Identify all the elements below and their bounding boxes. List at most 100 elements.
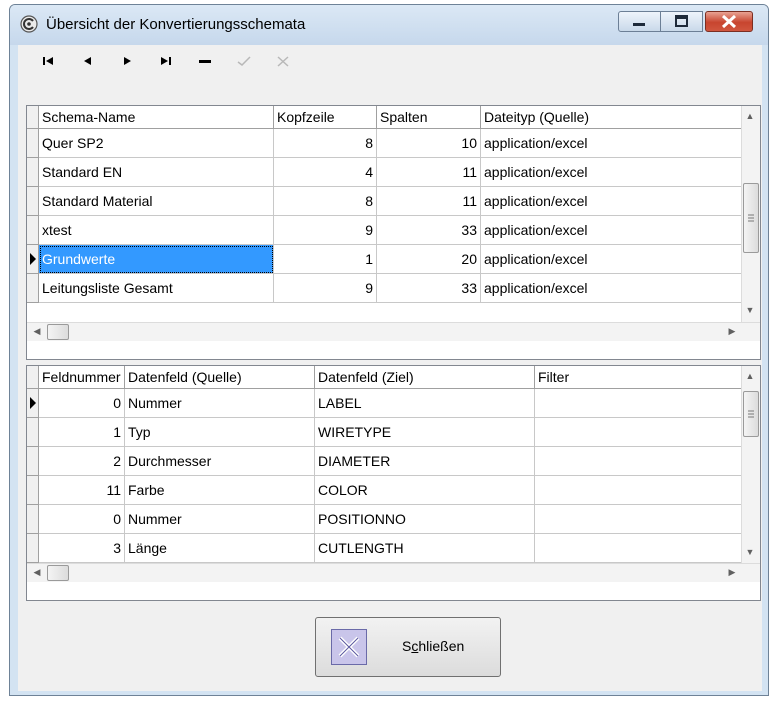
source-field-cell[interactable]: Durchmesser <box>125 447 315 476</box>
target-field-cell[interactable]: POSITIONNO <box>315 505 535 534</box>
scroll-right-arrow-icon[interactable]: ▶ <box>724 567 740 578</box>
target-field-cell[interactable]: CUTLENGTH <box>315 534 535 563</box>
horizontal-scrollbar[interactable]: ◀ ▶ <box>27 322 760 341</box>
feldnummer-cell[interactable]: 0 <box>39 505 125 534</box>
column-header[interactable]: Filter <box>535 366 743 388</box>
source-field-cell[interactable]: Länge <box>125 534 315 563</box>
schema-name-cell[interactable]: Standard Material <box>39 187 274 216</box>
title-bar[interactable]: Übersicht der Konvertierungsschemata <box>10 5 768 45</box>
table-row-selected[interactable]: Grundwerte 1 20 application/excel <box>27 245 743 274</box>
column-header[interactable]: Datenfeld (Ziel) <box>315 366 535 388</box>
filter-cell[interactable] <box>535 534 743 563</box>
column-header[interactable]: Spalten <box>377 106 481 128</box>
source-field-cell[interactable]: Nummer <box>125 505 315 534</box>
row-indicator[interactable] <box>27 389 39 418</box>
row-indicator[interactable] <box>27 187 39 216</box>
table-row[interactable]: 0 Nummer POSITIONNO <box>27 505 743 534</box>
row-indicator[interactable] <box>27 476 39 505</box>
column-header[interactable]: Datenfeld (Quelle) <box>125 366 315 388</box>
prior-record-icon[interactable] <box>79 53 97 69</box>
scroll-left-arrow-icon[interactable]: ◀ <box>29 567 45 578</box>
row-indicator[interactable] <box>27 245 39 274</box>
scroll-thumb[interactable] <box>743 391 759 437</box>
table-row[interactable]: 11 Farbe COLOR <box>27 476 743 505</box>
target-field-cell[interactable]: LABEL <box>315 389 535 418</box>
scroll-left-arrow-icon[interactable]: ◀ <box>29 326 45 337</box>
scroll-up-arrow-icon[interactable]: ▲ <box>742 371 758 381</box>
row-indicator[interactable] <box>27 447 39 476</box>
table-row[interactable]: Quer SP2 8 10 application/excel <box>27 129 743 158</box>
dateityp-cell[interactable]: application/excel <box>481 158 743 187</box>
dateityp-cell[interactable]: application/excel <box>481 187 743 216</box>
filter-cell[interactable] <box>535 389 743 418</box>
last-record-icon[interactable] <box>157 53 175 69</box>
table-row[interactable]: Standard Material 8 11 application/excel <box>27 187 743 216</box>
scroll-down-arrow-icon[interactable]: ▼ <box>742 547 758 557</box>
source-field-cell[interactable]: Nummer <box>125 389 315 418</box>
feldnummer-cell[interactable]: 0 <box>39 389 125 418</box>
row-indicator[interactable] <box>27 129 39 158</box>
kopfzeile-cell[interactable]: 9 <box>274 216 377 245</box>
table-row[interactable]: Leitungsliste Gesamt 9 33 application/ex… <box>27 274 743 303</box>
filter-cell[interactable] <box>535 447 743 476</box>
schema-name-cell[interactable]: Quer SP2 <box>39 129 274 158</box>
schema-name-cell[interactable]: Leitungsliste Gesamt <box>39 274 274 303</box>
source-field-cell[interactable]: Farbe <box>125 476 315 505</box>
scroll-thumb[interactable] <box>47 324 69 340</box>
vertical-scrollbar[interactable]: ▲ ▼ <box>741 106 760 322</box>
target-field-cell[interactable]: COLOR <box>315 476 535 505</box>
table-row[interactable]: 2 Durchmesser DIAMETER <box>27 447 743 476</box>
feldnummer-cell[interactable]: 3 <box>39 534 125 563</box>
row-indicator[interactable] <box>27 274 39 303</box>
row-indicator[interactable] <box>27 418 39 447</box>
column-header[interactable]: Feldnummer <box>39 366 125 388</box>
scroll-thumb[interactable] <box>743 183 759 253</box>
minimize-button[interactable] <box>618 11 661 32</box>
row-indicator[interactable] <box>27 505 39 534</box>
filter-cell[interactable] <box>535 418 743 447</box>
row-indicator[interactable] <box>27 534 39 563</box>
column-header[interactable]: Schema-Name <box>39 106 274 128</box>
scroll-thumb[interactable] <box>47 565 69 581</box>
spalten-cell[interactable]: 33 <box>377 274 481 303</box>
column-header[interactable]: Dateityp (Quelle) <box>481 106 743 128</box>
filter-cell[interactable] <box>535 476 743 505</box>
feldnummer-cell[interactable]: 2 <box>39 447 125 476</box>
kopfzeile-cell[interactable]: 8 <box>274 187 377 216</box>
dateityp-cell[interactable]: application/excel <box>481 274 743 303</box>
table-row[interactable]: 0 Nummer LABEL <box>27 389 743 418</box>
kopfzeile-cell[interactable]: 1 <box>274 245 377 274</box>
table-row[interactable]: 1 Typ WIRETYPE <box>27 418 743 447</box>
delete-record-icon[interactable] <box>196 53 214 69</box>
kopfzeile-cell[interactable]: 4 <box>274 158 377 187</box>
first-record-icon[interactable] <box>40 53 58 69</box>
schema-name-cell[interactable]: Grundwerte <box>39 245 274 274</box>
target-field-cell[interactable]: WIRETYPE <box>315 418 535 447</box>
feldnummer-cell[interactable]: 11 <box>39 476 125 505</box>
row-indicator[interactable] <box>27 216 39 245</box>
table-row[interactable]: Standard EN 4 11 application/excel <box>27 158 743 187</box>
horizontal-scrollbar[interactable]: ◀ ▶ <box>27 563 760 582</box>
spalten-cell[interactable]: 11 <box>377 187 481 216</box>
kopfzeile-cell[interactable]: 8 <box>274 129 377 158</box>
schema-grid[interactable]: Schema-Name Kopfzeile Spalten Dateityp (… <box>26 105 761 360</box>
feldnummer-cell[interactable]: 1 <box>39 418 125 447</box>
spalten-cell[interactable]: 11 <box>377 158 481 187</box>
close-window-button[interactable] <box>705 11 753 32</box>
filter-cell[interactable] <box>535 505 743 534</box>
table-row[interactable]: 3 Länge CUTLENGTH <box>27 534 743 563</box>
dateityp-cell[interactable]: application/excel <box>481 129 743 158</box>
row-indicator[interactable] <box>27 158 39 187</box>
maximize-button[interactable] <box>661 11 703 32</box>
scroll-up-arrow-icon[interactable]: ▲ <box>742 111 758 121</box>
next-record-icon[interactable] <box>118 53 136 69</box>
schema-name-cell[interactable]: xtest <box>39 216 274 245</box>
column-header[interactable]: Kopfzeile <box>274 106 377 128</box>
scroll-down-arrow-icon[interactable]: ▼ <box>742 305 758 315</box>
spalten-cell[interactable]: 10 <box>377 129 481 158</box>
spalten-cell[interactable]: 33 <box>377 216 481 245</box>
dateityp-cell[interactable]: application/excel <box>481 245 743 274</box>
source-field-cell[interactable]: Typ <box>125 418 315 447</box>
kopfzeile-cell[interactable]: 9 <box>274 274 377 303</box>
schema-name-cell[interactable]: Standard EN <box>39 158 274 187</box>
